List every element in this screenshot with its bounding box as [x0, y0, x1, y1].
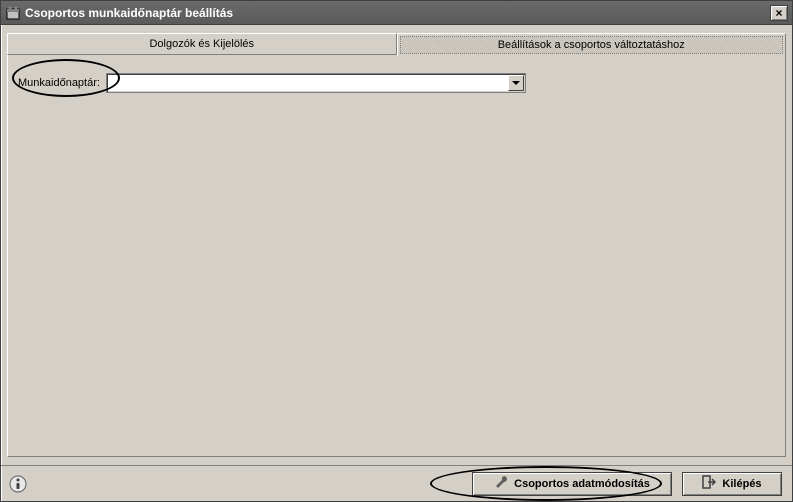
info-icon[interactable] — [9, 475, 27, 493]
button-bar: Csoportos adatmódosítás Kilépés — [1, 465, 792, 501]
titlebar: Csoportos munkaidőnaptár beállítás × — [1, 1, 792, 25]
exit-button[interactable]: Kilépés — [682, 472, 782, 496]
exit-label: Kilépés — [722, 478, 761, 490]
tab-label: Dolgozók és Kijelölés — [149, 38, 254, 50]
exit-icon — [702, 475, 716, 492]
calendar-input[interactable] — [107, 77, 507, 89]
app-icon — [5, 5, 21, 21]
tab-label: Beállítások a csoportos változtatáshoz — [498, 39, 685, 51]
close-button[interactable]: × — [770, 5, 788, 21]
content-area: Dolgozók és Kijelölés Beállítások a csop… — [1, 25, 792, 465]
tabs: Dolgozók és Kijelölés Beállítások a csop… — [7, 33, 786, 55]
window-title: Csoportos munkaidőnaptár beállítás — [25, 6, 770, 20]
main-window: Csoportos munkaidőnaptár beállítás × Dol… — [0, 0, 793, 502]
close-icon: × — [775, 7, 782, 19]
calendar-label: Munkaidőnaptár: — [18, 77, 100, 89]
tab-settings[interactable]: Beállítások a csoportos változtatáshoz — [397, 33, 787, 56]
modify-label: Csoportos adatmódosítás — [514, 478, 650, 490]
wrench-icon — [494, 475, 508, 492]
chevron-down-icon[interactable] — [508, 75, 524, 91]
modify-button[interactable]: Csoportos adatmódosítás — [472, 472, 672, 496]
tab-employees[interactable]: Dolgozók és Kijelölés — [7, 33, 397, 55]
form-row-calendar: Munkaidőnaptár: — [18, 73, 775, 93]
calendar-combobox[interactable] — [106, 73, 526, 93]
tab-panel-settings: Munkaidőnaptár: — [7, 54, 786, 457]
